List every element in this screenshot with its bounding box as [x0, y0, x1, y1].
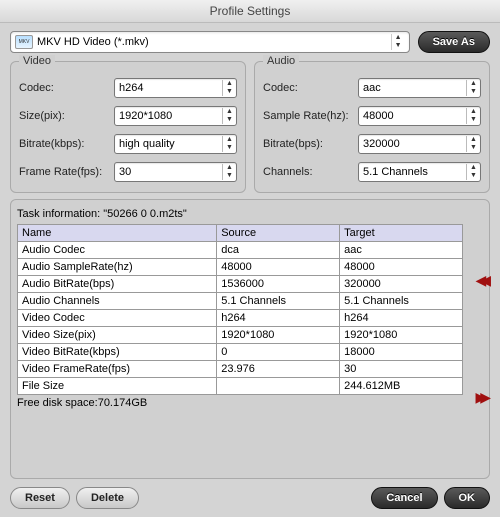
cell-name: File Size — [18, 378, 217, 395]
audio-ch-combo[interactable]: 5.1 Channels ▲▼ — [358, 162, 481, 182]
prev-task-icon[interactable]: ◀◀ — [475, 272, 485, 289]
col-source: Source — [217, 225, 340, 242]
video-size-value: 1920*1080 — [119, 110, 218, 122]
audio-group: Audio Codec: aac ▲▼ Sample Rate(hz): 480… — [254, 61, 490, 193]
cell-target: 1920*1080 — [340, 327, 463, 344]
cell-source: h264 — [217, 310, 340, 327]
table-row: File Size 244.612MB — [18, 378, 463, 395]
table-row: Audio BitRate(bps)1536000320000 — [18, 276, 463, 293]
cell-target: 244.612MB — [340, 378, 463, 395]
profile-label: MKV HD Video (*.mkv) — [37, 36, 387, 48]
table-row: Audio Channels5.1 Channels5.1 Channels — [18, 293, 463, 310]
stepper-icon[interactable]: ▲▼ — [222, 80, 236, 96]
profile-select[interactable]: MKV MKV HD Video (*.mkv) ▲▼ — [10, 31, 410, 53]
video-group: Video Codec: h264 ▲▼ Size(pix): 1920*108… — [10, 61, 246, 193]
table-row: Video Size(pix)1920*10801920*1080 — [18, 327, 463, 344]
video-bitrate-value: high quality — [119, 138, 218, 150]
video-codec-value: h264 — [119, 82, 218, 94]
col-name: Name — [18, 225, 217, 242]
cell-source: 48000 — [217, 259, 340, 276]
free-space-label: Free disk space:70.174GB — [17, 397, 463, 409]
audio-sr-value: 48000 — [363, 110, 462, 122]
cell-name: Audio BitRate(bps) — [18, 276, 217, 293]
save-as-button[interactable]: Save As — [418, 31, 490, 53]
stepper-icon[interactable]: ▲▼ — [222, 164, 236, 180]
table-row: Audio Codecdcaaac — [18, 242, 463, 259]
stepper-icon[interactable]: ▲▼ — [222, 108, 236, 124]
cell-name: Video BitRate(kbps) — [18, 344, 217, 361]
cell-name: Audio Channels — [18, 293, 217, 310]
audio-codec-value: aac — [363, 82, 462, 94]
cell-target: aac — [340, 242, 463, 259]
col-target: Target — [340, 225, 463, 242]
video-codec-combo[interactable]: h264 ▲▼ — [114, 78, 237, 98]
task-table: Name Source Target Audio CodecdcaaacAudi… — [17, 224, 463, 395]
cell-source: 1920*1080 — [217, 327, 340, 344]
video-size-label: Size(pix): — [19, 110, 114, 122]
audio-ch-label: Channels: — [263, 166, 358, 178]
table-row: Audio SampleRate(hz)4800048000 — [18, 259, 463, 276]
table-row: Video FrameRate(fps)23.97630 — [18, 361, 463, 378]
cell-source: dca — [217, 242, 340, 259]
next-task-icon[interactable]: ▶▶ — [475, 389, 485, 406]
video-fps-label: Frame Rate(fps): — [19, 166, 114, 178]
ok-button[interactable]: OK — [444, 487, 491, 509]
stepper-icon[interactable]: ▲▼ — [466, 164, 480, 180]
cell-name: Audio Codec — [18, 242, 217, 259]
video-codec-label: Codec: — [19, 82, 114, 94]
stepper-icon[interactable]: ▲▼ — [466, 80, 480, 96]
cell-name: Video FrameRate(fps) — [18, 361, 217, 378]
audio-bitrate-label: Bitrate(bps): — [263, 138, 358, 150]
cell-target: 320000 — [340, 276, 463, 293]
video-bitrate-label: Bitrate(kbps): — [19, 138, 114, 150]
video-bitrate-combo[interactable]: high quality ▲▼ — [114, 134, 237, 154]
cell-target: 30 — [340, 361, 463, 378]
cell-source: 23.976 — [217, 361, 340, 378]
audio-sr-combo[interactable]: 48000 ▲▼ — [358, 106, 481, 126]
audio-codec-combo[interactable]: aac ▲▼ — [358, 78, 481, 98]
table-row: Video Codech264h264 — [18, 310, 463, 327]
task-info-label: Task information: "50266 0 0.m2ts" — [17, 208, 463, 220]
video-fps-value: 30 — [119, 166, 218, 178]
stepper-icon[interactable]: ▲▼ — [466, 136, 480, 152]
video-fps-combo[interactable]: 30 ▲▼ — [114, 162, 237, 182]
cell-source: 1536000 — [217, 276, 340, 293]
stepper-icon[interactable]: ▲▼ — [222, 136, 236, 152]
audio-ch-value: 5.1 Channels — [363, 166, 462, 178]
cancel-button[interactable]: Cancel — [371, 487, 437, 509]
cell-name: Video Codec — [18, 310, 217, 327]
cell-source: 0 — [217, 344, 340, 361]
mkv-thumb-icon: MKV — [15, 35, 33, 49]
table-row: Video BitRate(kbps)018000 — [18, 344, 463, 361]
audio-bitrate-value: 320000 — [363, 138, 462, 150]
video-size-combo[interactable]: 1920*1080 ▲▼ — [114, 106, 237, 126]
stepper-icon[interactable]: ▲▼ — [466, 108, 480, 124]
profile-stepper-icon[interactable]: ▲▼ — [391, 34, 405, 50]
audio-codec-label: Codec: — [263, 82, 358, 94]
cell-target: h264 — [340, 310, 463, 327]
cell-source — [217, 378, 340, 395]
audio-title: Audio — [263, 55, 299, 67]
task-panel: Task information: "50266 0 0.m2ts" Name … — [10, 199, 490, 479]
cell-target: 18000 — [340, 344, 463, 361]
cell-target: 48000 — [340, 259, 463, 276]
audio-sr-label: Sample Rate(hz): — [263, 110, 358, 122]
reset-button[interactable]: Reset — [10, 487, 70, 509]
delete-button[interactable]: Delete — [76, 487, 139, 509]
cell-target: 5.1 Channels — [340, 293, 463, 310]
cell-source: 5.1 Channels — [217, 293, 340, 310]
cell-name: Audio SampleRate(hz) — [18, 259, 217, 276]
cell-name: Video Size(pix) — [18, 327, 217, 344]
audio-bitrate-combo[interactable]: 320000 ▲▼ — [358, 134, 481, 154]
video-title: Video — [19, 55, 55, 67]
window-title: Profile Settings — [0, 0, 500, 23]
